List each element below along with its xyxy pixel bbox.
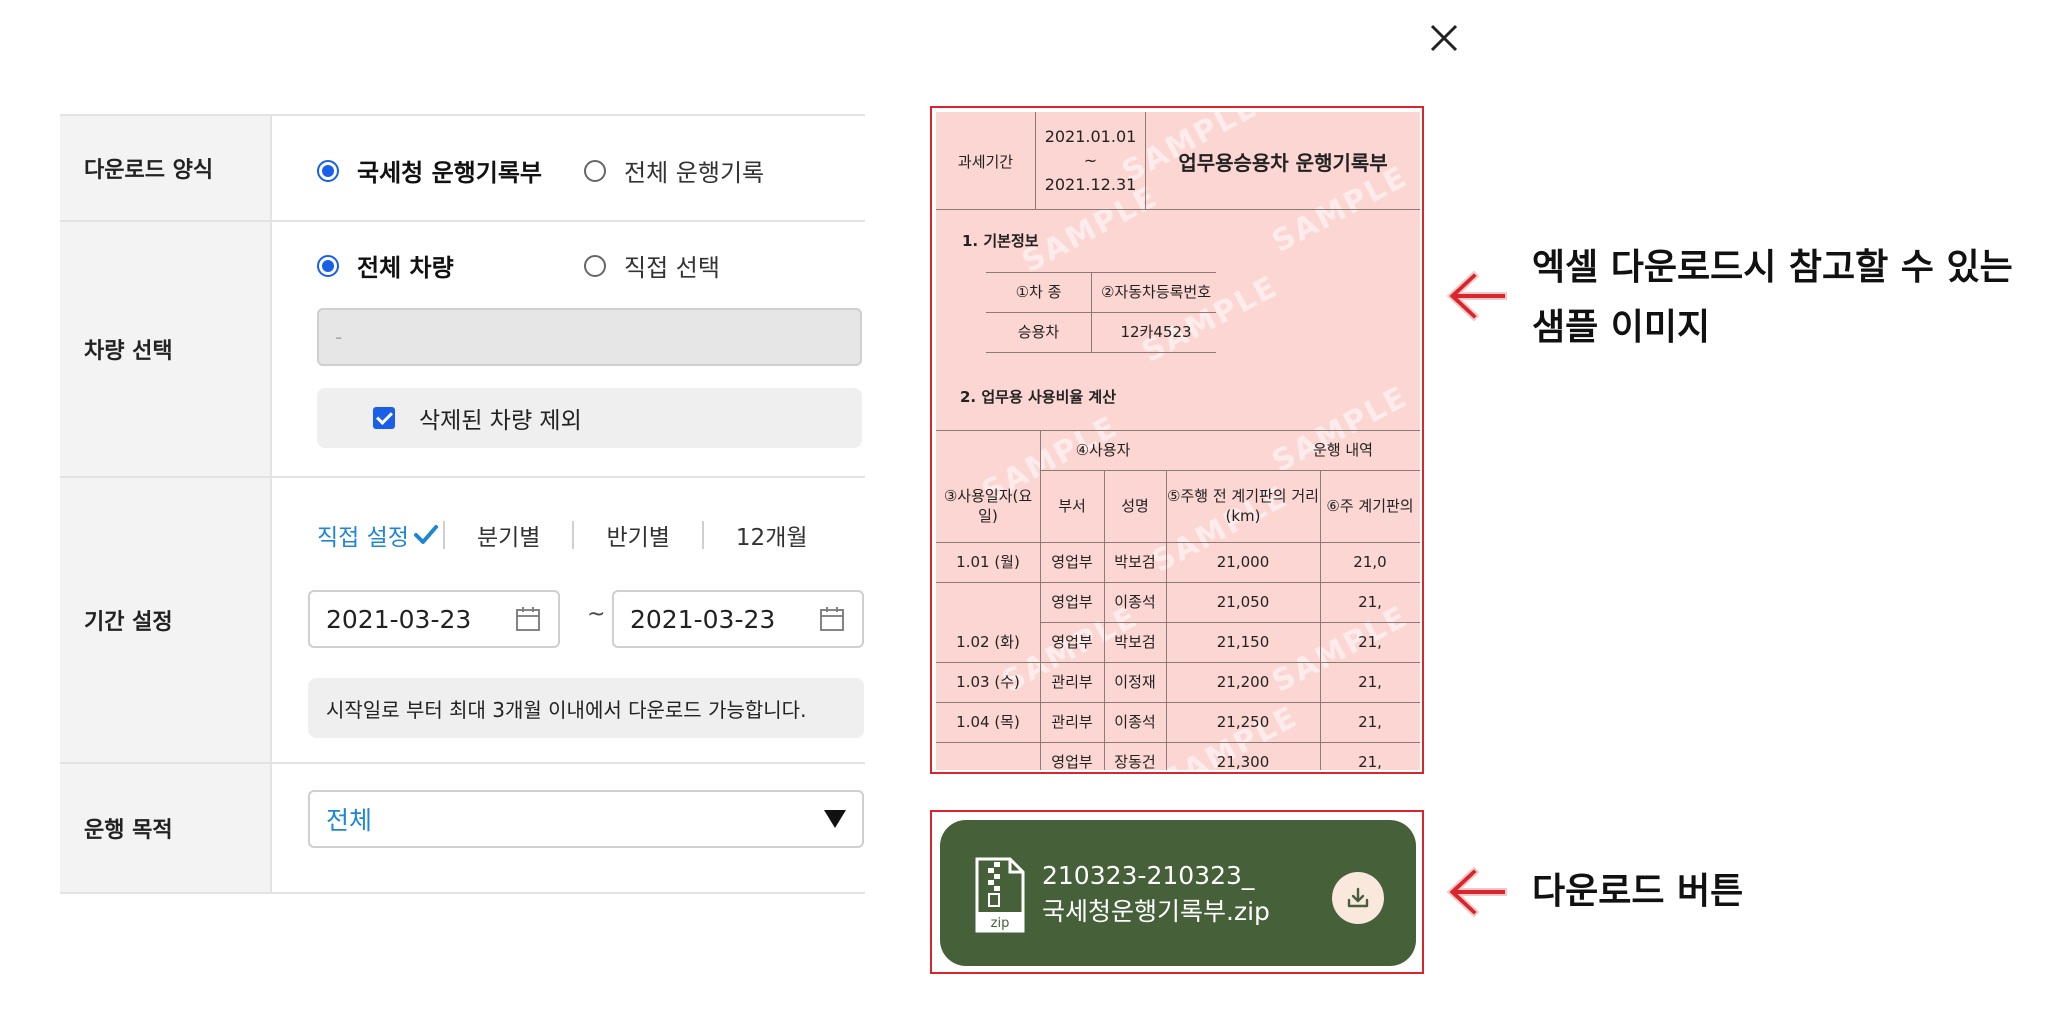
sample-cell-date: 1.03 (수) bbox=[956, 673, 1020, 691]
sample-cell-km: 21,050 bbox=[1216, 593, 1270, 611]
sample-cell-dept: 영업부 bbox=[1051, 753, 1093, 770]
sample-cell-after: 21, bbox=[1358, 673, 1382, 691]
dropdown-arrow-icon bbox=[824, 810, 846, 828]
sample-cell-name: 이종석 bbox=[1114, 593, 1156, 611]
download-file-name: 210323-210323_ 국세청운행기록부.zip bbox=[1042, 861, 1270, 926]
tab-divider bbox=[572, 521, 575, 549]
sample-cell-km: 21,150 bbox=[1216, 633, 1270, 651]
format-option-nts[interactable]: 국세청 운행기록부 bbox=[317, 153, 542, 188]
sample-cell-date bbox=[936, 742, 1040, 770]
download-button[interactable]: zip 210323-210323_ 국세청운행기록부.zip bbox=[940, 820, 1416, 966]
format-label: 다운로드 양식 bbox=[60, 116, 272, 220]
sample-col-before: ⑤주행 전 계기판의 거리(km) bbox=[1167, 487, 1319, 525]
zip-file-icon: zip bbox=[975, 857, 1025, 933]
download-annotation: 다운로드 버튼 bbox=[1532, 871, 1744, 912]
tab-half-yearly[interactable]: 반기별 bbox=[606, 518, 669, 552]
sample-cell-after: 21, bbox=[1358, 713, 1382, 731]
sample-cell-km: 21,300 bbox=[1216, 753, 1270, 770]
sample-cell-dept: 영업부 bbox=[1051, 553, 1093, 571]
radio-unselected-icon bbox=[584, 159, 606, 182]
sample-annotation: 엑셀 다운로드시 참고할 수 있는 샘플 이미지 bbox=[1532, 247, 2013, 348]
period-row: 기간 설정 직접 설정 분기별 반기별 12개월 2021-03-23 ~ 20… bbox=[60, 478, 865, 764]
checkmark-icon bbox=[413, 525, 438, 544]
sample-col-date: ③사용일자(요일) bbox=[943, 487, 1033, 525]
sample-cell-after: 21,0 bbox=[1353, 553, 1387, 571]
sample-cell-after: 21, bbox=[1358, 633, 1382, 651]
sample-cell-date bbox=[936, 582, 1040, 622]
zip-label: zip bbox=[991, 916, 1010, 931]
sample-cell-name: 박보검 bbox=[1114, 633, 1156, 651]
sample-cell-km: 21,200 bbox=[1216, 673, 1270, 691]
period-notice: 시작일로 부터 최대 3개월 이내에서 다운로드 가능합니다. bbox=[308, 678, 864, 738]
sample-cell-dept: 영업부 bbox=[1051, 593, 1093, 611]
tab-custom[interactable]: 직접 설정 bbox=[317, 518, 439, 552]
sample-col-drive: 운행 내역 bbox=[1313, 441, 1373, 459]
checkbox-checked-icon bbox=[373, 407, 395, 429]
sample-header: 과세기간 2021.01.01 ~ 2021.12.31 업무용승용차 운행기록… bbox=[936, 112, 1420, 210]
tab-divider bbox=[442, 521, 445, 549]
sample-section-basic: 1. 기본정보 bbox=[962, 232, 1039, 250]
exclude-deleted-checkbox[interactable]: 삭제된 차량 제외 bbox=[317, 388, 862, 448]
calendar-icon bbox=[516, 607, 540, 631]
arrow-left-icon bbox=[1446, 866, 1507, 918]
sample-car-type: 승용차 bbox=[1017, 323, 1060, 341]
exclude-deleted-label: 삭제된 차량 제외 bbox=[419, 408, 582, 434]
tab-divider bbox=[701, 521, 704, 549]
sample-cell-dept: 관리부 bbox=[1051, 673, 1093, 691]
radio-unselected-icon bbox=[584, 254, 606, 277]
purpose-row: 운행 목적 전체 bbox=[60, 764, 865, 894]
sample-cell-dept: 관리부 bbox=[1051, 713, 1093, 731]
sample-car-type-label: ①차 종 bbox=[1015, 283, 1062, 301]
date-range-separator: ~ bbox=[587, 602, 606, 627]
period-label: 기간 설정 bbox=[60, 478, 272, 762]
vehicle-row: 차량 선택 전체 차량 직접 선택 - 삭제된 차량 제외 bbox=[60, 222, 865, 478]
vehicle-option-all[interactable]: 전체 차량 bbox=[317, 248, 454, 283]
sample-cell-name: 이정재 bbox=[1114, 673, 1156, 691]
vehicle-label: 차량 선택 bbox=[60, 222, 272, 476]
sample-cell-dept: 영업부 bbox=[1051, 633, 1093, 651]
tab-quarterly[interactable]: 분기별 bbox=[477, 518, 540, 552]
format-option-all[interactable]: 전체 운행기록 bbox=[584, 153, 764, 188]
download-button-frame: zip 210323-210323_ 국세청운행기록부.zip bbox=[930, 810, 1424, 974]
sample-cell-date: 1.04 (목) bbox=[956, 713, 1020, 731]
vehicle-select-input[interactable]: - bbox=[317, 308, 862, 366]
sample-col-name: 성명 bbox=[1121, 497, 1149, 515]
sample-period-label: 과세기간 bbox=[936, 112, 1036, 210]
sample-cell-name: 이종석 bbox=[1114, 713, 1156, 731]
sample-period-range: 2021.01.01 ~ 2021.12.31 bbox=[1036, 112, 1146, 210]
download-icon bbox=[1347, 887, 1369, 908]
sample-cell-km: 21,250 bbox=[1216, 713, 1270, 731]
sample-col-user: ④사용자 bbox=[1075, 441, 1131, 459]
format-row: 다운로드 양식 국세청 운행기록부 전체 운행기록 bbox=[60, 116, 865, 222]
sample-document: SAMPLE SAMPLE SAMPLE SAMPLE SAMPLE SAMPL… bbox=[936, 112, 1420, 770]
sample-image-frame: SAMPLE SAMPLE SAMPLE SAMPLE SAMPLE SAMPL… bbox=[930, 106, 1424, 774]
sample-cell-name: 박보검 bbox=[1114, 553, 1156, 571]
download-form: 다운로드 양식 국세청 운행기록부 전체 운행기록 차량 선택 전체 차량 직접… bbox=[60, 114, 865, 894]
radio-selected-icon bbox=[317, 254, 339, 277]
sample-cell-date: 1.01 (월) bbox=[956, 553, 1020, 571]
sample-cell-name: 장동건 bbox=[1114, 753, 1156, 770]
purpose-label: 운행 목적 bbox=[60, 764, 272, 892]
sample-section-ratio: 2. 업무용 사용비율 계산 bbox=[960, 388, 1117, 406]
purpose-select[interactable]: 전체 bbox=[308, 790, 864, 848]
vehicle-option-manual[interactable]: 직접 선택 bbox=[584, 248, 720, 283]
end-date-input[interactable]: 2021-03-23 bbox=[612, 590, 864, 648]
sample-col-after: ⑥주 계기판의 bbox=[1326, 497, 1414, 515]
sample-cell-km: 21,000 bbox=[1216, 553, 1270, 571]
radio-selected-icon bbox=[317, 159, 339, 182]
start-date-input[interactable]: 2021-03-23 bbox=[308, 590, 560, 648]
sample-cell-after: 21, bbox=[1358, 593, 1382, 611]
sample-cell-date: 1.02 (화) bbox=[956, 633, 1020, 651]
sample-reg-no: 12카4523 bbox=[1120, 323, 1192, 341]
sample-reg-no-label: ②자동차등록번호 bbox=[1100, 283, 1212, 301]
calendar-icon bbox=[820, 607, 844, 631]
sample-cell-after: 21, bbox=[1358, 753, 1382, 770]
close-icon[interactable] bbox=[1428, 22, 1460, 54]
tab-12-months[interactable]: 12개월 bbox=[736, 518, 808, 552]
sample-title: 업무용승용차 운행기록부 bbox=[1178, 150, 1388, 175]
period-tabs: 직접 설정 분기별 반기별 12개월 bbox=[317, 518, 808, 552]
arrow-left-icon bbox=[1446, 270, 1507, 322]
sample-col-dept: 부서 bbox=[1058, 497, 1086, 515]
download-icon-button[interactable] bbox=[1332, 872, 1384, 924]
